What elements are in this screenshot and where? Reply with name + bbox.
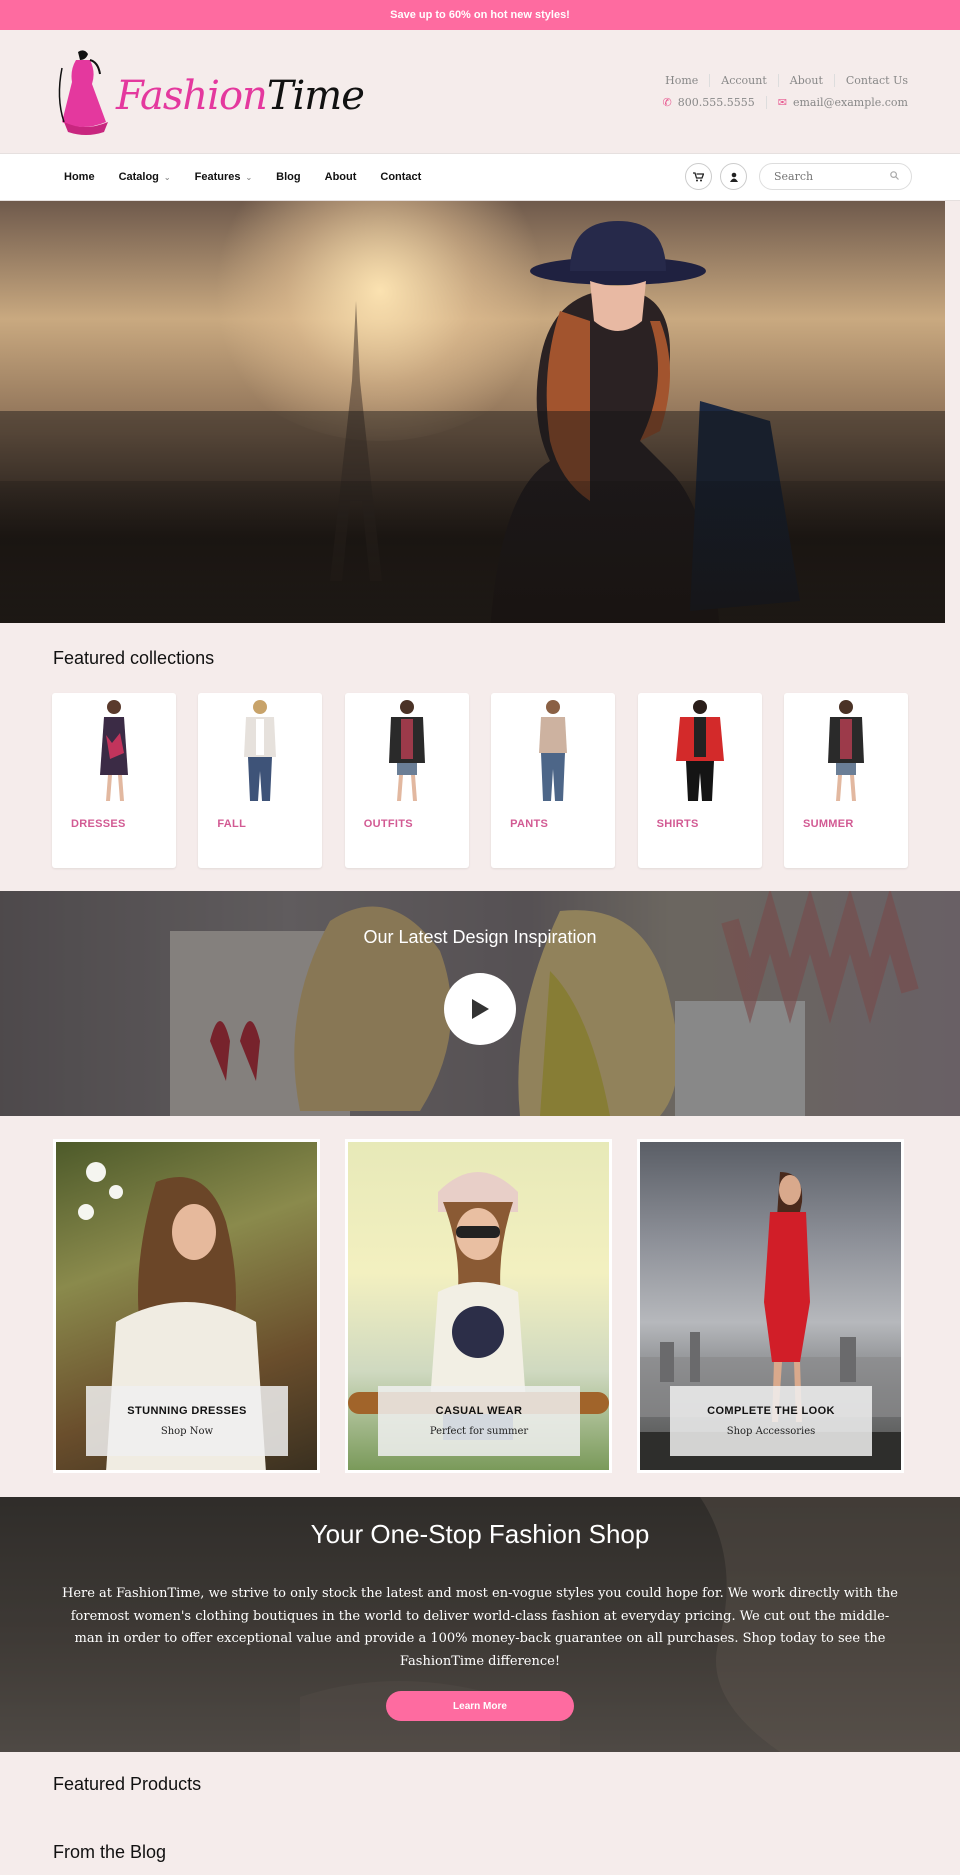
collection-image	[539, 700, 568, 801]
promo-title: COMPLETE THE LOOK	[707, 1405, 835, 1417]
nav-item-label: Home	[64, 171, 95, 183]
promo-image: COMPLETE THE LOOK Shop Accessories	[640, 1142, 901, 1470]
nav-item-label: Features	[194, 171, 241, 183]
about-section: Your One-Stop Fashion Shop Here at Fashi…	[0, 1497, 960, 1752]
collection-image	[827, 700, 864, 801]
dress-figure-icon	[58, 50, 108, 135]
collections-grid: DRESSES FALL OUTFITS PANTS SHIRTS SUMMER	[52, 693, 908, 868]
featured-products-title: Featured Products	[53, 1774, 202, 1794]
nav-item-label: Catalog	[118, 171, 159, 183]
about-title: Your One-Stop Fashion Shop	[310, 1519, 650, 1549]
collection-card-pants[interactable]: PANTS	[491, 693, 616, 868]
video-section: Our Latest Design Inspiration	[0, 891, 960, 1116]
phone-icon: ✆	[662, 96, 672, 109]
collection-label: DRESSES	[71, 818, 126, 830]
collection-card-summer[interactable]: SUMMER	[783, 693, 908, 868]
nav-menu: Home Catalog ⌄ Features ⌄ Blog About Conta…	[52, 171, 433, 183]
promo-image: STUNNING DRESSES Shop Now	[56, 1142, 317, 1470]
collection-card-dresses[interactable]: DRESSES	[52, 693, 176, 868]
announcement-bar: Save up to 60% on hot new styles!	[0, 0, 960, 30]
featured-collections-title: Featured collections	[53, 648, 215, 668]
play-button[interactable]	[444, 973, 516, 1045]
header-links: Home Account About Contact Us	[654, 74, 908, 87]
chevron-down-icon: ⌄	[245, 172, 253, 182]
promo-caption: STUNNING DRESSES Shop Now	[86, 1386, 288, 1456]
play-icon	[472, 999, 489, 1019]
promo-subtitle: Perfect for summer	[429, 1426, 529, 1437]
search-input[interactable]	[774, 170, 874, 183]
email-address: email@example.com	[792, 96, 908, 109]
phone-number: 800.555.5555	[677, 96, 755, 109]
promo-title: STUNNING DRESSES	[127, 1405, 247, 1417]
nav-item-blog[interactable]: Blog	[264, 171, 312, 183]
announcement-text: Save up to 60% on hot new styles!	[390, 9, 570, 21]
account-button[interactable]	[720, 163, 747, 190]
about-text: Here at FashionTime, we strive to only s…	[61, 1586, 899, 1669]
nav-item-features[interactable]: Features ⌄	[183, 171, 265, 183]
hero-water	[0, 481, 945, 623]
collection-card-fall[interactable]: FALL	[198, 693, 323, 868]
collection-image	[100, 700, 128, 801]
main-navigation: Home Catalog ⌄ Features ⌄ Blog About Conta…	[0, 153, 960, 201]
promo-grid: STUNNING DRESSES Shop Now CASUAL WEAR Pe…	[53, 1139, 904, 1473]
promo-subtitle: Shop Now	[160, 1426, 214, 1437]
collection-card-outfits[interactable]: OUTFITS	[344, 693, 469, 868]
header-link-home[interactable]: Home	[654, 74, 709, 87]
video-title: Our Latest Design Inspiration	[363, 927, 597, 947]
hero-banner[interactable]	[0, 201, 945, 623]
nav-item-catalog[interactable]: Catalog ⌄	[107, 171, 183, 183]
promo-image: CASUAL WEAR Perfect for summer	[348, 1142, 609, 1470]
search-box[interactable]	[759, 163, 912, 190]
site-header: FashionTime Home Account About Contact U…	[0, 30, 960, 153]
logo[interactable]: FashionTime	[54, 48, 365, 136]
promo-subtitle: Shop Accessories	[726, 1426, 816, 1437]
nav-item-label: About	[324, 171, 357, 183]
nav-item-contact[interactable]: Contact	[368, 171, 433, 183]
cart-button[interactable]	[685, 163, 712, 190]
promo-caption: COMPLETE THE LOOK Shop Accessories	[670, 1386, 872, 1456]
collection-image	[675, 700, 724, 801]
promo-card-stunning-dresses[interactable]: STUNNING DRESSES Shop Now	[53, 1139, 320, 1473]
learn-more-button[interactable]: Learn More	[386, 1691, 574, 1721]
chevron-down-icon: ⌄	[163, 172, 171, 182]
collection-label: OUTFITS	[363, 818, 413, 830]
header-link-contact-us[interactable]: Contact Us	[833, 74, 908, 87]
envelope-icon: ✉	[777, 96, 787, 109]
header-contact: ✆ 800.555.5555 ✉ email@example.com	[652, 96, 908, 109]
header-link-about[interactable]: About	[777, 74, 834, 87]
promo-caption: CASUAL WEAR Perfect for summer	[378, 1386, 580, 1456]
logo-text-time: Time	[266, 73, 365, 119]
cart-icon	[693, 171, 704, 181]
logo-text-fashion: Fashion	[116, 73, 268, 119]
promo-title: CASUAL WEAR	[435, 1405, 523, 1417]
collection-label: SUMMER	[802, 818, 854, 830]
collection-image	[388, 700, 425, 801]
collection-label: SHIRTS	[656, 818, 699, 830]
email-item[interactable]: ✉ email@example.com	[765, 96, 908, 109]
nav-item-label: Contact	[380, 171, 422, 183]
promo-card-complete-the-look[interactable]: COMPLETE THE LOOK Shop Accessories	[637, 1139, 904, 1473]
collection-card-shirts[interactable]: SHIRTS	[637, 693, 762, 868]
promo-card-casual-wear[interactable]: CASUAL WEAR Perfect for summer	[345, 1139, 612, 1473]
collection-label: PANTS	[510, 818, 549, 830]
user-icon	[729, 172, 738, 182]
search-icon[interactable]	[890, 171, 899, 180]
nav-item-about[interactable]: About	[313, 171, 369, 183]
collection-image	[244, 700, 277, 801]
phone-item[interactable]: ✆ 800.555.5555	[652, 96, 766, 109]
nav-item-label: Blog	[276, 171, 301, 183]
nav-actions	[685, 163, 912, 190]
header-link-account[interactable]: Account	[709, 74, 777, 87]
logo-text: FashionTime	[116, 73, 365, 119]
nav-item-home[interactable]: Home	[52, 171, 107, 183]
collection-label: FALL	[217, 818, 247, 830]
blog-title: From the Blog	[53, 1842, 167, 1862]
